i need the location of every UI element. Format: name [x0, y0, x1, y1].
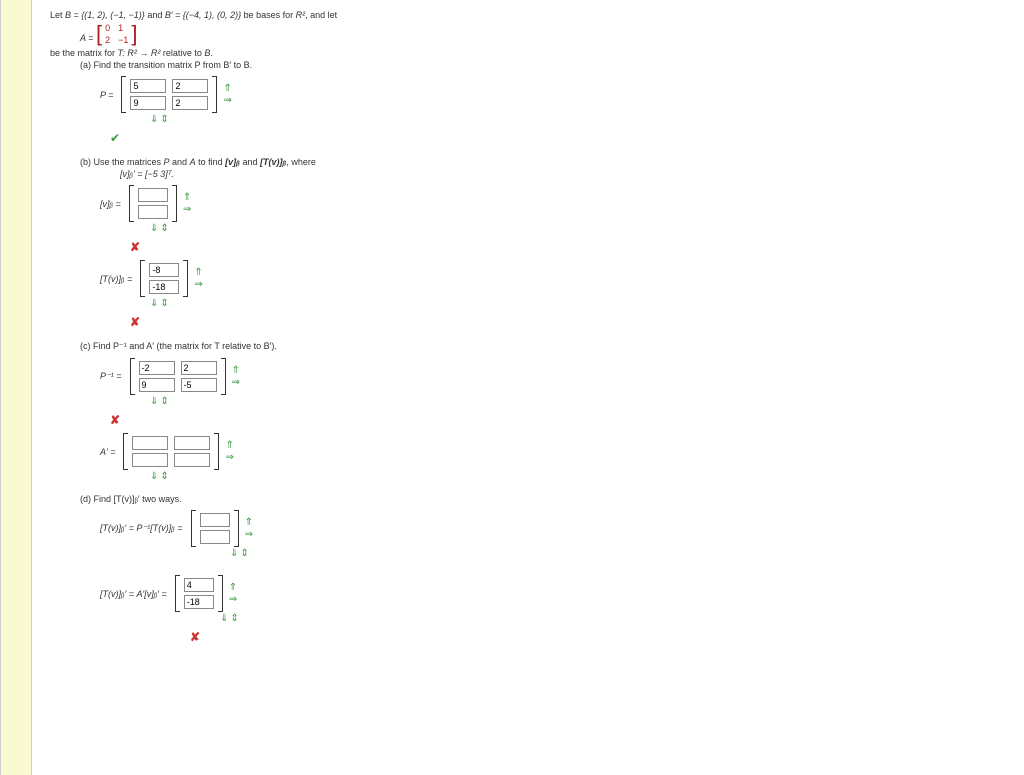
arrow-icon[interactable]: ⇑: [245, 518, 253, 528]
vB-cell-0[interactable]: [138, 188, 168, 202]
aprime-label: A′ =: [100, 447, 115, 457]
part-d-way2: [T(v)]ᵦ′ = A′[v]ᵦ′ = ⇑ ⇒: [100, 575, 1006, 612]
d-label2: [T(v)]ᵦ′ = A′[v]ᵦ′ =: [100, 589, 167, 599]
part-c-aprime: A′ = ⇑ ⇒: [100, 433, 1006, 470]
arrow-icon[interactable]: ⇕: [240, 549, 248, 559]
p-label: P =: [100, 90, 113, 100]
arrow-add-col-icon[interactable]: ⇒: [223, 96, 231, 106]
left-gutter: [0, 0, 32, 775]
d1-cell-1[interactable]: [200, 530, 230, 544]
arrow-remove-row-icon[interactable]: ⇑: [223, 84, 231, 94]
pinv-cell-01[interactable]: [181, 361, 217, 375]
aprime-cell-01[interactable]: [174, 436, 210, 450]
part-a-answer: P = ⇑ ⇒: [100, 76, 1006, 113]
arrow-icon[interactable]: ⇒: [229, 595, 237, 605]
arrow-icon[interactable]: ⇕: [160, 299, 168, 309]
arrow-icon[interactable]: ⇓: [150, 472, 158, 482]
intro-line1: Let B = {(1, 2), (−1, −1)} and B′ = {(−4…: [50, 10, 1006, 20]
arrow-icon[interactable]: ⇕: [160, 397, 168, 407]
arrow-icon[interactable]: ⇒: [232, 378, 240, 388]
arrow-fill-icon[interactable]: ⇕: [160, 115, 168, 125]
part-d-prompt: (d) Find [T(v)]ᵦ′ two ways.: [80, 494, 1006, 504]
x-icon: ✘: [130, 240, 1006, 254]
p-cell-01[interactable]: [172, 79, 208, 93]
vB-cell-1[interactable]: [138, 205, 168, 219]
arrow-icon[interactable]: ⇕: [230, 614, 238, 624]
part-c-prompt: (c) Find P⁻¹ and A′ (the matrix for T re…: [80, 341, 1006, 352]
arrow-icon[interactable]: ⇕: [160, 472, 168, 482]
arrow-icon[interactable]: ⇒: [245, 530, 253, 540]
part-d-way1: [T(v)]ᵦ′ = P⁻¹[T(v)]ᵦ = ⇑ ⇒: [100, 510, 1006, 547]
arrow-icon[interactable]: ⇑: [183, 193, 191, 203]
aprime-cell-10[interactable]: [132, 453, 168, 467]
arrow-icon[interactable]: ⇓: [150, 224, 158, 234]
p-cell-10[interactable]: [130, 96, 166, 110]
arrow-icon[interactable]: ⇕: [160, 224, 168, 234]
arrow-icon[interactable]: ⇑: [225, 441, 233, 451]
pinv-cell-10[interactable]: [139, 378, 175, 392]
d1-cell-0[interactable]: [200, 513, 230, 527]
check-icon: ✔: [110, 131, 1006, 145]
arrow-icon[interactable]: ⇓: [150, 299, 158, 309]
part-a-prompt: (a) Find the transition matrix P from B′…: [80, 60, 1006, 70]
arrow-icon[interactable]: ⇓: [220, 614, 228, 624]
x-icon: ✘: [190, 630, 1006, 644]
arrow-icon[interactable]: ⇑: [194, 268, 202, 278]
TvB-label: [T(v)]ᵦ =: [100, 274, 132, 284]
aprime-cell-00[interactable]: [132, 436, 168, 450]
arrow-icon[interactable]: ⇓: [230, 549, 238, 559]
arrow-icon[interactable]: ⇒: [183, 205, 191, 215]
arrow-icon[interactable]: ⇒: [225, 453, 233, 463]
part-b-TvB: [T(v)]ᵦ = ⇑ ⇒: [100, 260, 1006, 297]
matrix-A-def: A = [ 01 2−1 ]: [80, 22, 1006, 46]
TvB-cell-1[interactable]: [149, 280, 179, 294]
pinv-label: P⁻¹ =: [100, 371, 122, 382]
TvB-cell-0[interactable]: [149, 263, 179, 277]
arrow-icon[interactable]: ⇑: [229, 583, 237, 593]
x-icon: ✘: [130, 315, 1006, 329]
p-cell-11[interactable]: [172, 96, 208, 110]
arrow-icon[interactable]: ⇑: [232, 366, 240, 376]
part-b-vB: [v]ᵦ = ⇑ ⇒: [100, 185, 1006, 222]
x-icon: ✘: [110, 413, 1006, 427]
part-c-pinv: P⁻¹ = ⇑ ⇒: [100, 358, 1006, 395]
part-b-prompt: (b) Use the matrices P and A to find [v]…: [80, 157, 1006, 167]
problem-content: Let B = {(1, 2), (−1, −1)} and B′ = {(−4…: [32, 0, 1024, 775]
vB-label: [v]ᵦ =: [100, 199, 121, 209]
arrow-icon[interactable]: ⇒: [194, 280, 202, 290]
arrow-add-row-icon[interactable]: ⇓: [150, 115, 158, 125]
arrow-icon[interactable]: ⇓: [150, 397, 158, 407]
d2-cell-0[interactable]: [184, 578, 214, 592]
pinv-cell-11[interactable]: [181, 378, 217, 392]
part-b-given: [v]ᵦ′ = [−5 3]ᵀ.: [120, 169, 1006, 179]
intro-line3: be the matrix for T: R² → R² relative to…: [50, 48, 1006, 58]
d2-cell-1[interactable]: [184, 595, 214, 609]
pinv-cell-00[interactable]: [139, 361, 175, 375]
p-cell-00[interactable]: [130, 79, 166, 93]
aprime-cell-11[interactable]: [174, 453, 210, 467]
d-label1: [T(v)]ᵦ′ = P⁻¹[T(v)]ᵦ =: [100, 523, 183, 534]
